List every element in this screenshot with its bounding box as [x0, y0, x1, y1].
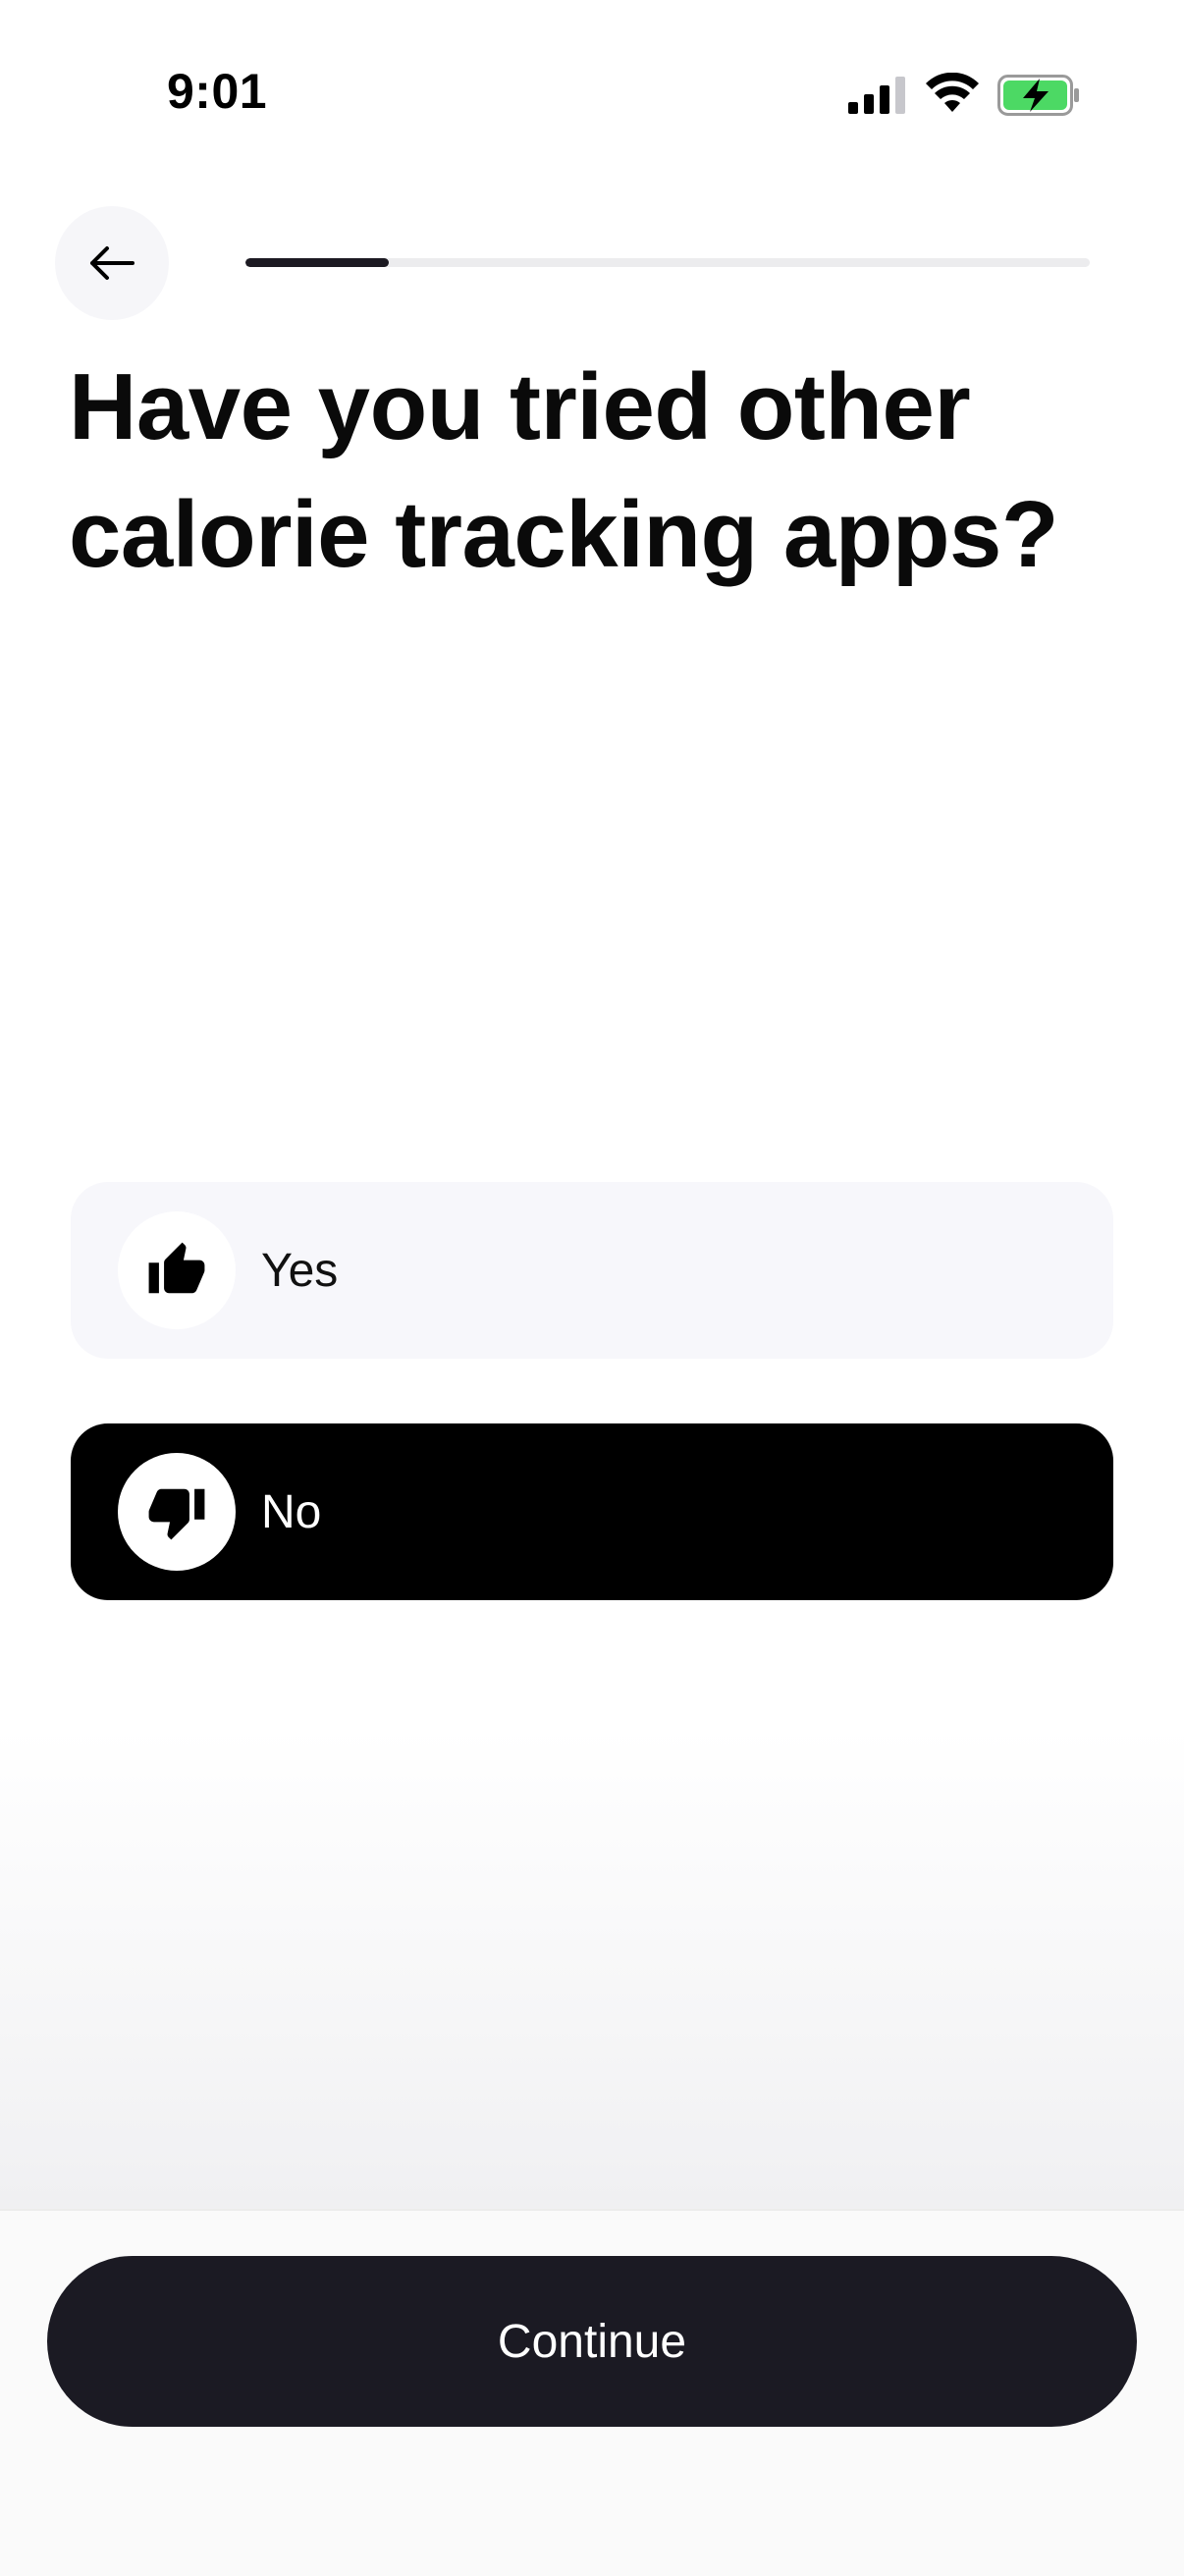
- back-button[interactable]: [55, 206, 169, 320]
- status-bar: 9:01: [0, 0, 1184, 196]
- status-time: 9:01: [167, 64, 268, 119]
- continue-button[interactable]: Continue: [47, 2256, 1137, 2427]
- wifi-icon: [926, 73, 979, 112]
- option-yes[interactable]: Yes: [71, 1182, 1113, 1359]
- progress-fill: [245, 258, 390, 267]
- page-title: Have you tried other calorie tracking ap…: [69, 354, 1059, 587]
- battery-charging-icon: [997, 75, 1079, 116]
- signal-icon: [848, 77, 905, 114]
- progress-bar: [245, 258, 1090, 267]
- option-no[interactable]: No: [71, 1423, 1113, 1600]
- arrow-left-icon: [90, 246, 135, 280]
- option-label: No: [261, 1485, 322, 1538]
- option-icon-container: [118, 1211, 236, 1329]
- option-label: Yes: [261, 1244, 339, 1297]
- thumbs-down-icon: [148, 1488, 205, 1540]
- bottom-fade: [0, 1728, 1184, 2209]
- thumbs-up-icon: [148, 1242, 205, 1294]
- option-icon-container: [118, 1453, 236, 1571]
